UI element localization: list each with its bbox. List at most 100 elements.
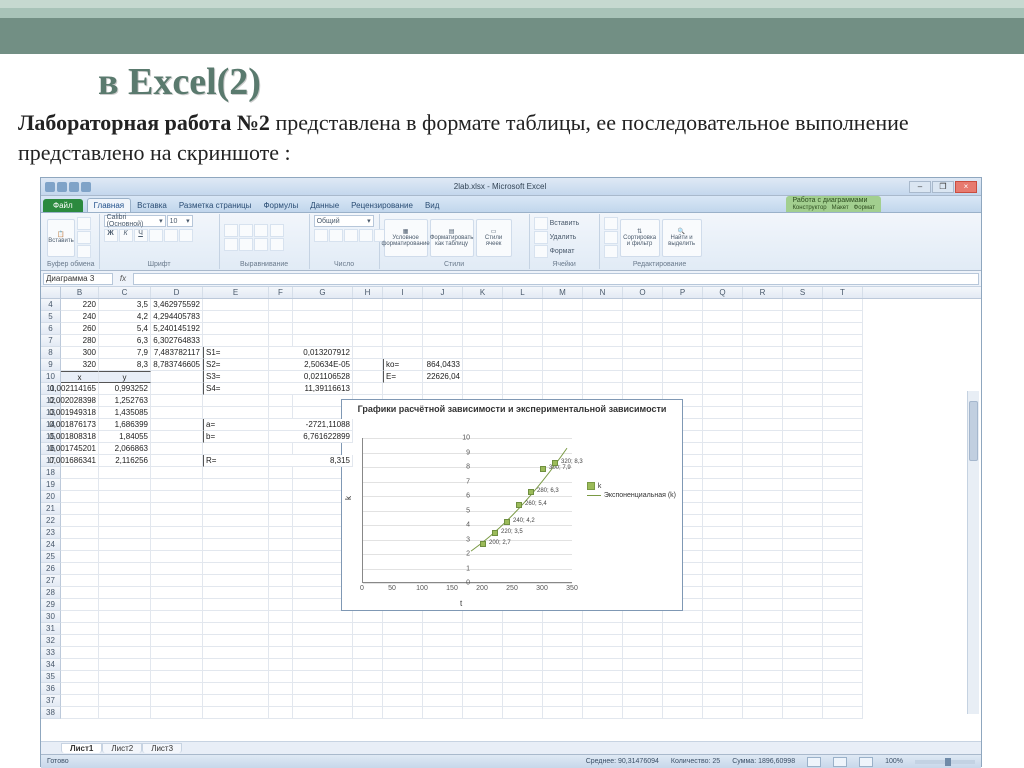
cell[interactable]	[353, 695, 383, 707]
cell[interactable]	[293, 323, 353, 335]
col-header-H[interactable]: H	[353, 287, 383, 298]
cell[interactable]	[543, 323, 583, 335]
cell[interactable]	[583, 335, 623, 347]
minimize-button[interactable]: –	[909, 181, 931, 193]
cell[interactable]	[543, 299, 583, 311]
cell[interactable]: 0,021106528	[269, 371, 353, 383]
cell[interactable]	[203, 503, 269, 515]
cell[interactable]	[703, 623, 743, 635]
cell[interactable]	[99, 695, 151, 707]
cell[interactable]	[783, 647, 823, 659]
cell[interactable]	[269, 395, 293, 407]
cell[interactable]	[383, 683, 423, 695]
cell[interactable]	[823, 347, 863, 359]
cell[interactable]	[743, 455, 783, 467]
align-right-icon[interactable]	[254, 238, 268, 251]
cell[interactable]	[543, 335, 583, 347]
row-header-10[interactable]: 10	[41, 371, 61, 383]
cell[interactable]	[703, 311, 743, 323]
cell[interactable]	[503, 299, 543, 311]
cell[interactable]: 5,4	[99, 323, 151, 335]
cell[interactable]	[151, 539, 203, 551]
cell[interactable]	[783, 395, 823, 407]
cell[interactable]	[823, 323, 863, 335]
cell[interactable]	[203, 323, 269, 335]
cell[interactable]	[61, 503, 99, 515]
col-header-E[interactable]: E	[203, 287, 269, 298]
cell[interactable]	[203, 479, 269, 491]
cell[interactable]	[99, 587, 151, 599]
cell[interactable]	[823, 383, 863, 395]
cell[interactable]	[203, 335, 269, 347]
cell[interactable]	[783, 443, 823, 455]
cell[interactable]	[203, 659, 269, 671]
cell[interactable]	[623, 347, 663, 359]
cell[interactable]: 7,483782117	[151, 347, 203, 359]
cell[interactable]	[823, 299, 863, 311]
cell[interactable]	[823, 371, 863, 383]
cell[interactable]	[703, 491, 743, 503]
cell[interactable]: 300	[61, 347, 99, 359]
cell[interactable]	[151, 527, 203, 539]
cell[interactable]	[423, 611, 463, 623]
cell[interactable]	[823, 647, 863, 659]
copy-icon[interactable]	[77, 231, 91, 244]
cell[interactable]	[99, 491, 151, 503]
cell[interactable]	[543, 623, 583, 635]
cell[interactable]	[583, 383, 623, 395]
cell[interactable]	[583, 671, 623, 683]
cell[interactable]	[99, 551, 151, 563]
cell[interactable]: 8,3	[99, 359, 151, 371]
cell[interactable]	[203, 563, 269, 575]
cell[interactable]	[623, 383, 663, 395]
comma-icon[interactable]	[344, 229, 358, 242]
cell[interactable]	[99, 599, 151, 611]
cell[interactable]	[463, 335, 503, 347]
cell[interactable]	[269, 335, 293, 347]
cell[interactable]	[823, 587, 863, 599]
cell[interactable]	[383, 671, 423, 683]
cell[interactable]	[423, 635, 463, 647]
row-header-35[interactable]: 35	[41, 671, 61, 683]
col-header-D[interactable]: D	[151, 287, 203, 298]
cell[interactable]	[203, 671, 269, 683]
cell[interactable]	[99, 647, 151, 659]
cell[interactable]	[151, 623, 203, 635]
cell[interactable]	[823, 335, 863, 347]
cell[interactable]	[353, 635, 383, 647]
inc-decimal-icon[interactable]	[359, 229, 373, 242]
cell[interactable]	[583, 323, 623, 335]
cell[interactable]	[353, 659, 383, 671]
cell[interactable]	[583, 359, 623, 371]
cell[interactable]	[353, 311, 383, 323]
cell[interactable]: 280	[61, 335, 99, 347]
row-header-26[interactable]: 26	[41, 563, 61, 575]
cell[interactable]	[463, 347, 503, 359]
wrap-text-button[interactable]	[270, 224, 284, 237]
cell[interactable]	[353, 647, 383, 659]
col-header-O[interactable]: O	[623, 287, 663, 298]
row-header-38[interactable]: 38	[41, 707, 61, 719]
cell[interactable]	[783, 479, 823, 491]
delete-cells-icon[interactable]	[534, 231, 548, 244]
cell[interactable]	[423, 671, 463, 683]
cell[interactable]	[663, 683, 703, 695]
cell[interactable]: 1,84055	[99, 431, 151, 443]
cell[interactable]	[703, 347, 743, 359]
cell[interactable]	[823, 443, 863, 455]
cell[interactable]	[823, 527, 863, 539]
cell[interactable]	[543, 659, 583, 671]
cell[interactable]: 0,001808318	[61, 431, 99, 443]
cell[interactable]	[151, 419, 203, 431]
cell[interactable]	[61, 695, 99, 707]
file-tab[interactable]: Файл	[43, 199, 83, 212]
conditional-formatting-button[interactable]: ▦Условное форматирование	[384, 219, 428, 257]
cell[interactable]	[703, 419, 743, 431]
col-header-K[interactable]: K	[463, 287, 503, 298]
cell[interactable]	[743, 635, 783, 647]
cell[interactable]: 6,302764833	[151, 335, 203, 347]
fill-color-button[interactable]	[164, 229, 178, 242]
cell[interactable]	[743, 371, 783, 383]
cell[interactable]	[783, 587, 823, 599]
cell[interactable]: 2,50634E-05	[269, 359, 353, 371]
